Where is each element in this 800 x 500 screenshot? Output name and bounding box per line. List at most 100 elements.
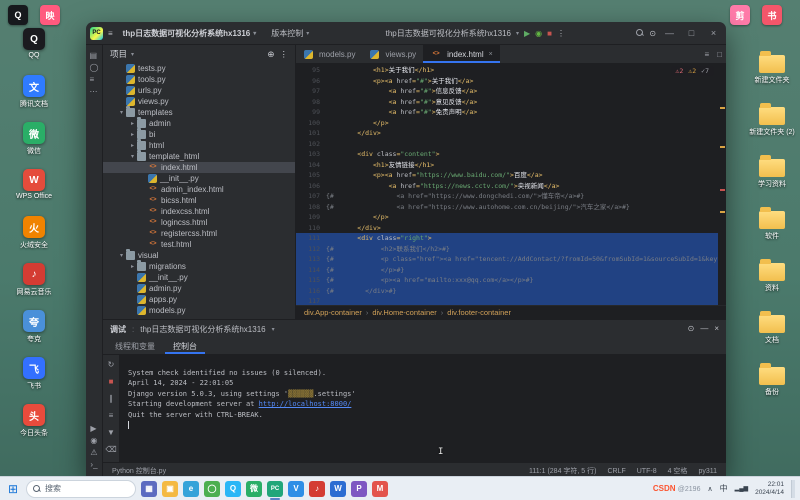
tab-index.html[interactable]: <>index.html× [423, 45, 500, 63]
tree-item-indexcss.html[interactable]: <>indexcss.html [103, 206, 295, 217]
tree-item-registercss.html[interactable]: <>registercss.html [103, 228, 295, 239]
desktop-app-icon[interactable]: Q [8, 5, 28, 25]
expand-all-icon[interactable]: ⊕ [267, 48, 274, 60]
desktop-folder[interactable]: 学习资料 [748, 154, 796, 189]
desktop-app-icon[interactable]: 映 [40, 5, 60, 25]
network-icon[interactable]: ▂▄▆ [735, 485, 748, 492]
structure-tool-icon[interactable]: ≡ [90, 74, 99, 86]
tree-item-test.html[interactable]: <>test.html [103, 239, 295, 250]
tray-expand-icon[interactable]: ∧ [707, 485, 712, 493]
desktop-folder[interactable]: 新建文件夹 [748, 50, 796, 85]
desktop-folder[interactable]: 资料 [748, 258, 796, 293]
explorer-icon[interactable]: ▣ [162, 481, 178, 497]
inspection-item[interactable]: ⚠2 [688, 67, 696, 75]
scroll-end-icon[interactable]: ▼ [107, 427, 115, 439]
mail-icon[interactable]: M [372, 481, 388, 497]
console-output[interactable]: System check identified no issues (0 sil… [120, 355, 726, 462]
edge-icon[interactable]: e [183, 481, 199, 497]
tree-item-models.py[interactable]: models.py [103, 305, 295, 316]
desktop-icon[interactable]: 火火绒安全 [5, 216, 63, 250]
breadcrumb-item[interactable]: div.footer-container [447, 308, 511, 317]
desktop-folder[interactable]: 文档 [748, 310, 796, 345]
tree-item-template_html[interactable]: ▾template_html [103, 151, 295, 162]
soft-wrap-icon[interactable]: ≡ [109, 410, 114, 422]
project-name-chip[interactable]: thp日志数据可视化分析系统hx1316 ▾ [118, 25, 262, 41]
taskbar-clock[interactable]: 22:01 2024/4/14 [755, 481, 784, 497]
desktop-icon[interactable]: 夸夸克 [5, 310, 63, 344]
file-encoding[interactable]: UTF-8 [637, 468, 657, 475]
chevron-icon[interactable]: ▾ [118, 109, 125, 116]
close-tab-icon[interactable]: × [489, 51, 493, 58]
word-icon[interactable]: W [330, 481, 346, 497]
desktop-icon[interactable]: 微微信 [5, 122, 63, 156]
desktop-icon[interactable]: ♪网易云音乐 [5, 263, 63, 297]
debug-button[interactable]: ◉ [535, 29, 542, 38]
inspections-widget[interactable]: ⚠2⚠2✓7 [671, 66, 714, 76]
tree-item-admin.py[interactable]: admin.py [103, 283, 295, 294]
vscode-icon[interactable]: V [288, 481, 304, 497]
settings-gear-icon[interactable]: ⊙ [649, 29, 656, 38]
terminal-tool-icon[interactable]: ›_ [90, 459, 97, 471]
chevron-icon[interactable]: ▾ [118, 252, 125, 259]
desktop-folder[interactable]: 软件 [748, 206, 796, 241]
line-separator[interactable]: CRLF [607, 468, 625, 475]
main-menu-icon[interactable]: ≡ [108, 29, 113, 38]
minimize-panel-icon[interactable]: — [700, 323, 708, 335]
desktop-folder[interactable]: 备份 [748, 362, 796, 397]
debug-tab-线程和变量[interactable]: 线程和变量 [107, 338, 163, 354]
code-editor[interactable]: 95 <h1>关于我们</h1>96 <p><a href="#">关于我们</… [296, 64, 726, 305]
settings-icon[interactable]: ⊙ [688, 323, 695, 335]
rerun-icon[interactable]: ↻ [108, 359, 115, 371]
qq-icon[interactable]: Q [225, 481, 241, 497]
chevron-icon[interactable]: ▾ [129, 153, 136, 160]
pause-icon[interactable]: ∥ [109, 393, 113, 405]
status-left[interactable]: Python 控制台.py [112, 466, 166, 476]
start-button[interactable]: ⊞ [5, 481, 21, 497]
tab-models.py[interactable]: models.py [296, 45, 362, 63]
tree-item-admin[interactable]: ▸admin [103, 118, 295, 129]
maximize-button[interactable]: □ [683, 28, 700, 38]
inspection-item[interactable]: ⚠2 [676, 67, 684, 75]
more-actions-icon[interactable]: ⋮ [557, 29, 565, 38]
vcs-widget[interactable]: 版本控制 ▾ [266, 25, 314, 41]
tree-item-admin_index.html[interactable]: <>admin_index.html [103, 184, 295, 195]
tree-item-bi[interactable]: ▸bi [103, 129, 295, 140]
tree-item-views.py[interactable]: views.py [103, 96, 295, 107]
clear-icon[interactable]: ⌫ [105, 444, 116, 456]
image-icon[interactable]: P [351, 481, 367, 497]
debug-tab-控制台[interactable]: 控制台 [165, 338, 205, 354]
run-button[interactable]: ▶ [524, 29, 530, 38]
close-button[interactable]: × [705, 28, 722, 38]
taskbar-search[interactable]: 搜索 [26, 480, 136, 498]
tree-item-urls.py[interactable]: urls.py [103, 85, 295, 96]
more-tools-icon[interactable]: ⋯ [90, 86, 99, 98]
project-tool-icon[interactable]: ▤ [90, 50, 99, 62]
tree-item-templates[interactable]: ▾templates [103, 107, 295, 118]
debug-tool-icon[interactable]: ◉ [90, 435, 97, 447]
tree-item-visual[interactable]: ▾visual [103, 250, 295, 261]
indent-setting[interactable]: 4 空格 [668, 466, 688, 476]
debug-session-name[interactable]: thp日志数据可视化分析系统hx1316 [140, 324, 265, 335]
close-panel-icon[interactable]: × [714, 323, 719, 335]
split-editor-icon[interactable]: □ [713, 45, 726, 63]
desktop-folder[interactable]: 新建文件夹 (2) [748, 102, 796, 137]
tree-item-__init__.py[interactable]: __init__.py [103, 173, 295, 184]
tree-item-__init__.py[interactable]: __init__.py [103, 272, 295, 283]
show-desktop-button[interactable] [791, 480, 795, 498]
tree-item-index.html[interactable]: <>index.html [103, 162, 295, 173]
tree-item-migrations[interactable]: ▸migrations [103, 261, 295, 272]
tree-item-bicss.html[interactable]: <>bicss.html [103, 195, 295, 206]
chevron-icon[interactable]: ▸ [129, 131, 136, 138]
minimize-button[interactable]: — [661, 28, 678, 38]
caret-position[interactable]: 111:1 (284 字符, 5 行) [529, 466, 596, 476]
wechat-icon[interactable]: 微 [246, 481, 262, 497]
desktop-icon[interactable]: 飞飞书 [5, 357, 63, 391]
run-config-name[interactable]: thp日志数据可视化分析系统hx1316 [386, 28, 511, 39]
pycharm-icon[interactable]: PC [267, 481, 283, 497]
problems-tool-icon[interactable]: ⚠ [90, 447, 97, 459]
scrollbar-error-stripe[interactable] [718, 64, 726, 305]
tree-item-html[interactable]: ▸html [103, 140, 295, 151]
commit-tool-icon[interactable]: ◯ [90, 62, 99, 74]
taskview-icon[interactable]: ▦ [141, 481, 157, 497]
chevron-icon[interactable]: ▸ [129, 263, 136, 270]
